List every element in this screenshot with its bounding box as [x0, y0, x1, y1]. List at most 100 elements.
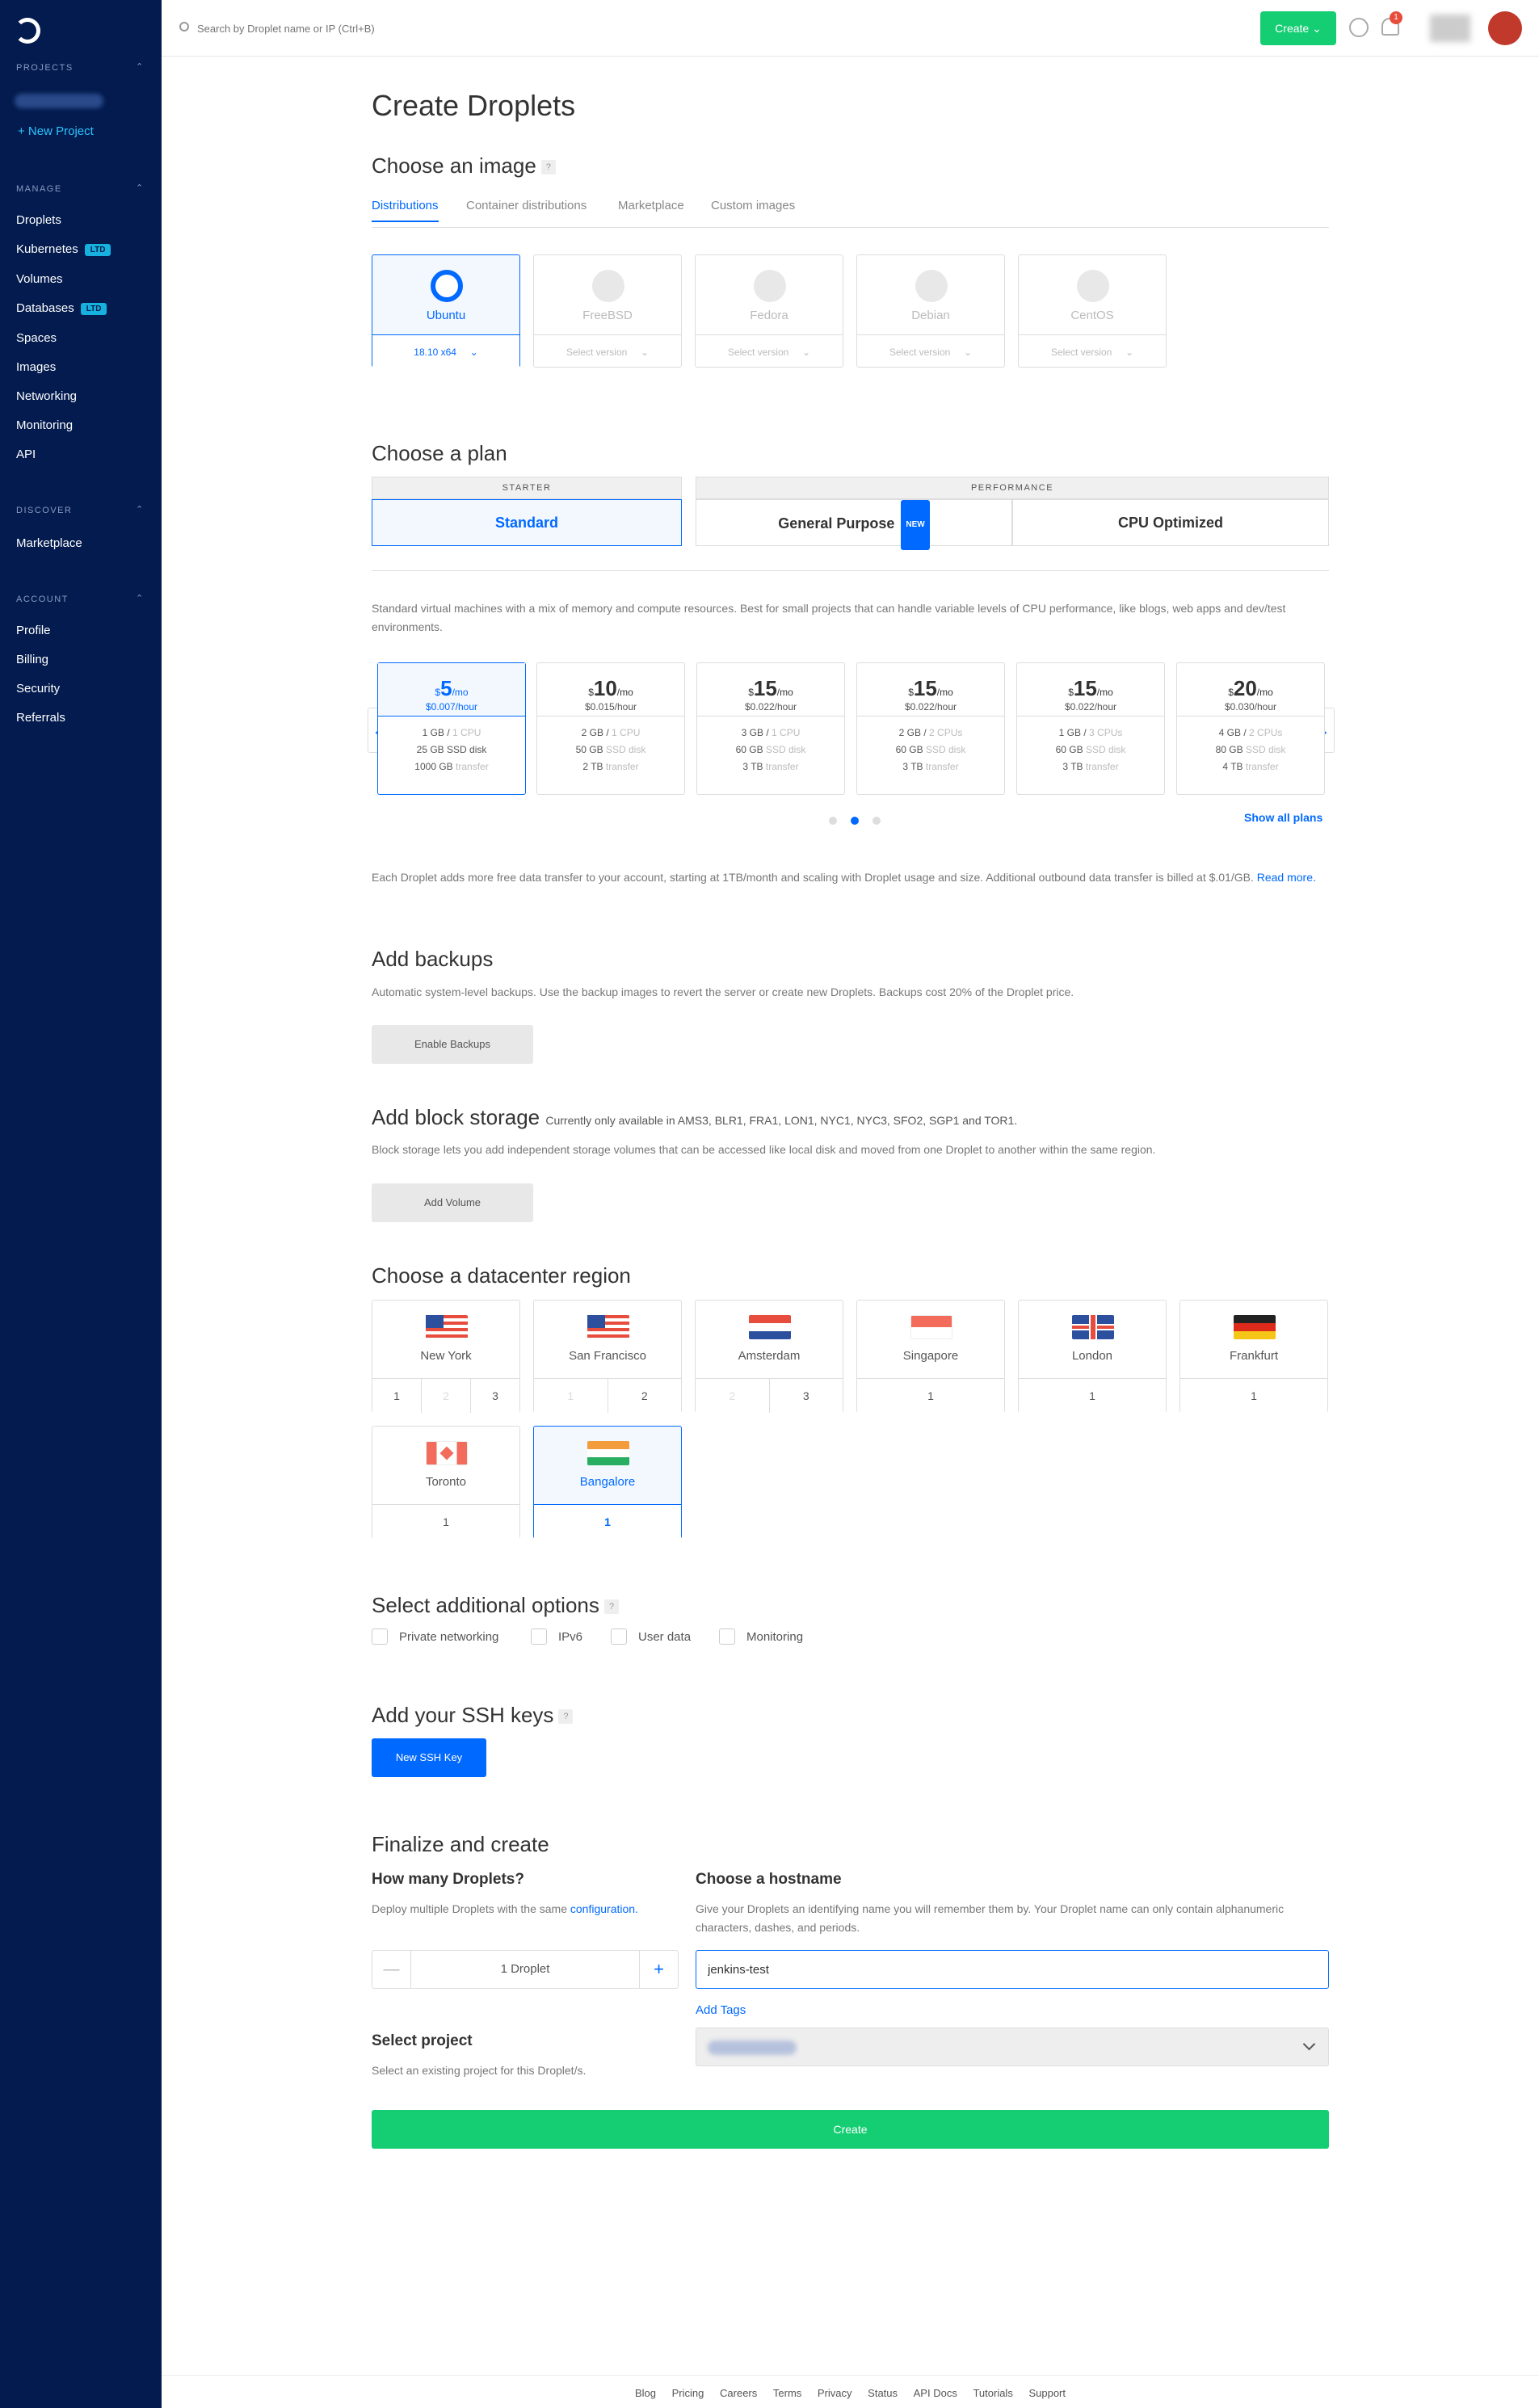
plan-card[interactable]: $15/mo $0.022/hour 1 GB / 3 CPUs 60 GB SSD…: [1016, 662, 1165, 795]
region-option[interactable]: 1: [1019, 1379, 1166, 1413]
read-more-link[interactable]: Read more.: [1257, 871, 1316, 884]
region-option[interactable]: 1: [372, 1505, 519, 1539]
region-card-san-francisco[interactable]: San Francisco 12: [533, 1300, 682, 1413]
new-project-link[interactable]: + New Project: [18, 124, 94, 138]
distro-card-debian[interactable]: Debian Select version ⌄: [856, 254, 1005, 368]
create-menu-button[interactable]: Create ⌄: [1260, 11, 1336, 45]
sidebar-item-images[interactable]: Images: [16, 360, 56, 374]
version-select[interactable]: 18.10 x64 ⌄: [372, 334, 519, 368]
carousel-dot[interactable]: [851, 817, 859, 825]
region-card-bangalore[interactable]: Bangalore 1: [533, 1426, 682, 1539]
sidebar-item-security[interactable]: Security: [16, 682, 60, 696]
collapse-projects-icon[interactable]: ⌃: [136, 61, 143, 72]
region-card-amsterdam[interactable]: Amsterdam 23: [695, 1300, 843, 1413]
checkbox[interactable]: [372, 1628, 388, 1645]
sidebar-item-kubernetes[interactable]: Kubernetes LTD: [16, 242, 111, 256]
footer-link-blog[interactable]: Blog: [635, 2387, 656, 2399]
help-icon[interactable]: ?: [603, 1599, 619, 1614]
version-select[interactable]: Select version ⌄: [534, 334, 681, 368]
plan-card[interactable]: $20/mo $0.030/hour 4 GB / 2 CPUs 80 GB SSD…: [1176, 662, 1325, 795]
option-user-data[interactable]: User data: [611, 1628, 691, 1645]
help-icon[interactable]: ?: [558, 1709, 574, 1724]
enable-backups-button[interactable]: Enable Backups: [372, 1025, 533, 1064]
avatar[interactable]: [1488, 11, 1522, 45]
plan-standard-button[interactable]: Standard: [372, 499, 682, 546]
help-icon[interactable]: [1349, 18, 1369, 37]
plan-general-purpose-button[interactable]: General Purpose NEW: [696, 499, 1012, 550]
collapse-account-icon[interactable]: ⌃: [136, 593, 143, 603]
account-name[interactable]: [1430, 15, 1470, 42]
sidebar-item-monitoring[interactable]: Monitoring: [16, 418, 73, 432]
search-input[interactable]: [197, 16, 601, 40]
increment-button[interactable]: +: [639, 1951, 678, 1988]
version-select[interactable]: Select version ⌄: [857, 334, 1004, 368]
sidebar-item-droplets[interactable]: Droplets: [16, 213, 61, 227]
region-option[interactable]: 1: [372, 1379, 422, 1413]
distro-card-ubuntu[interactable]: Ubuntu 18.10 x64 ⌄: [372, 254, 520, 368]
add-volume-button[interactable]: Add Volume: [372, 1183, 533, 1222]
sidebar-item-referrals[interactable]: Referrals: [16, 711, 65, 725]
footer-link-privacy[interactable]: Privacy: [818, 2387, 852, 2399]
footer-link-support[interactable]: Support: [1028, 2387, 1066, 2399]
collapse-manage-icon[interactable]: ⌃: [136, 183, 143, 193]
footer-link-status[interactable]: Status: [868, 2387, 898, 2399]
sidebar-item-api[interactable]: API: [16, 448, 36, 461]
distro-card-fedora[interactable]: Fedora Select version ⌄: [695, 254, 843, 368]
plan-card[interactable]: $15/mo $0.022/hour 3 GB / 1 CPU 60 GB SSD …: [696, 662, 845, 795]
decrement-button[interactable]: —: [372, 1951, 411, 1988]
checkbox[interactable]: [719, 1628, 735, 1645]
carousel-dot[interactable]: [829, 817, 837, 825]
version-select[interactable]: Select version ⌄: [696, 334, 843, 368]
sidebar-item-networking[interactable]: Networking: [16, 389, 77, 403]
digitalocean-logo-icon[interactable]: [15, 18, 40, 44]
footer-link-careers[interactable]: Careers: [720, 2387, 757, 2399]
region-card-toronto[interactable]: Toronto 1: [372, 1426, 520, 1539]
footer-link-pricing[interactable]: Pricing: [672, 2387, 704, 2399]
tab-distributions[interactable]: Distributions: [372, 199, 439, 222]
distro-card-freebsd[interactable]: FreeBSD Select version ⌄: [533, 254, 682, 368]
region-option[interactable]: 1: [534, 1505, 681, 1539]
sidebar-item-databases[interactable]: Databases LTD: [16, 301, 107, 315]
region-option[interactable]: 3: [770, 1379, 843, 1413]
option-private-networking[interactable]: Private networking: [372, 1628, 498, 1645]
help-icon[interactable]: ?: [540, 160, 556, 174]
region-option[interactable]: 3: [471, 1379, 519, 1413]
tab-container-distributions[interactable]: Container distributions: [466, 199, 587, 212]
footer-link-tutorials[interactable]: Tutorials: [973, 2387, 1012, 2399]
add-tags-link[interactable]: Add Tags: [696, 2003, 746, 2017]
checkbox[interactable]: [531, 1628, 547, 1645]
tab-custom-images[interactable]: Custom images: [711, 199, 795, 212]
checkbox[interactable]: [611, 1628, 627, 1645]
region-option[interactable]: 2: [608, 1379, 682, 1413]
create-button[interactable]: Create: [372, 2110, 1329, 2149]
region-card-singapore[interactable]: Singapore 1: [856, 1300, 1005, 1413]
distro-card-centos[interactable]: CentOS Select version ⌄: [1018, 254, 1167, 368]
carousel-dot[interactable]: [873, 817, 881, 825]
version-select[interactable]: Select version ⌄: [1019, 334, 1166, 368]
region-option[interactable]: 1: [857, 1379, 1004, 1413]
option-monitoring[interactable]: Monitoring: [719, 1628, 803, 1645]
sidebar-item-profile[interactable]: Profile: [16, 624, 51, 637]
plan-card[interactable]: $5/mo $0.007/hour 1 GB / 1 CPU 25 GB SSD d…: [377, 662, 526, 795]
region-card-new-york[interactable]: New York 123: [372, 1300, 520, 1413]
plan-card[interactable]: $10/mo $0.015/hour 2 GB / 1 CPU 50 GB SSD …: [536, 662, 685, 795]
sidebar-item-volumes[interactable]: Volumes: [16, 272, 63, 286]
footer-link-terms[interactable]: Terms: [773, 2387, 801, 2399]
region-card-london[interactable]: London 1: [1018, 1300, 1167, 1413]
hostname-input[interactable]: [696, 1950, 1329, 1989]
region-option[interactable]: 1: [1180, 1379, 1327, 1413]
tab-marketplace[interactable]: Marketplace: [618, 199, 684, 212]
sidebar-item-spaces[interactable]: Spaces: [16, 331, 57, 345]
option-ipv6[interactable]: IPv6: [531, 1628, 582, 1645]
sidebar-item-marketplace[interactable]: Marketplace: [16, 536, 82, 550]
footer-link-api-docs[interactable]: API Docs: [914, 2387, 957, 2399]
sidebar-project-item[interactable]: [15, 94, 103, 108]
configuration-link[interactable]: configuration.: [570, 1902, 638, 1915]
region-card-frankfurt[interactable]: Frankfurt 1: [1179, 1300, 1328, 1413]
collapse-discover-icon[interactable]: ⌃: [136, 504, 143, 515]
sidebar-item-billing[interactable]: Billing: [16, 653, 48, 666]
plan-card[interactable]: $15/mo $0.022/hour 2 GB / 2 CPUs 60 GB SSD…: [856, 662, 1005, 795]
plan-cpu-optimized-button[interactable]: CPU Optimized: [1012, 499, 1329, 546]
project-select[interactable]: [696, 2028, 1329, 2066]
new-ssh-key-button[interactable]: New SSH Key: [372, 1738, 486, 1777]
